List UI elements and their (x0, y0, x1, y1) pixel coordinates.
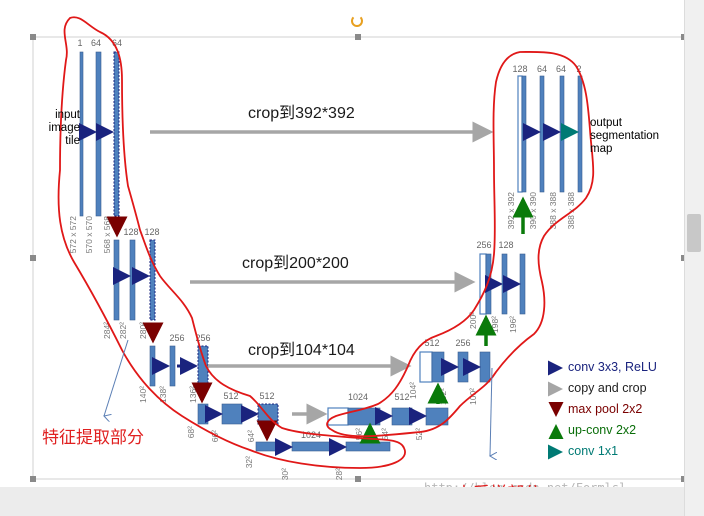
feature-map-l4_dec-1 (347, 407, 381, 426)
channel-count-l2_dec-1: 128 (498, 240, 513, 250)
channel-count-l1_enc-0: 1 (77, 38, 82, 48)
spatial-size-l2_enc-2: 280² (138, 322, 148, 339)
feature-map-l3_dec-3 (479, 351, 491, 383)
spatial-size-l1_dec-3: 388 x 388 (566, 192, 576, 230)
legend-item-3: up-conv 2x2 (548, 423, 684, 439)
spatial-size-l3_enc-1: 138² (158, 386, 168, 403)
feature-map-l4_dec-2 (391, 407, 413, 426)
legend: conv 3x3, ReLU copy and crop max pool 2x2 u… (548, 360, 684, 468)
spatial-size-l2_dec-2: 196² (508, 316, 518, 333)
channel-count-l4_dec-0: 1024 (348, 392, 368, 402)
spatial-size-l1_enc-2: 568 x 568 (102, 216, 112, 254)
spatial-size-l4_enc-2: 64² (246, 430, 256, 442)
channel-count-l4_enc-0: 512 (223, 391, 238, 401)
legend-label-1: copy and crop (568, 381, 647, 395)
rotate-handle-icon[interactable] (351, 15, 363, 27)
vertical-scrollbar[interactable] (684, 0, 704, 516)
crop-label-level2: crop到200*200 (242, 255, 349, 272)
legend-label-0: conv 3x3, ReLU (568, 360, 657, 374)
encoder-pointer-line (104, 339, 129, 416)
spatial-size-l1_dec-1: 390 x 390 (528, 192, 538, 230)
spatial-size-l3_dec-0: 104² (408, 382, 418, 399)
feature-map-l2_dec-0 (479, 253, 487, 315)
channel-count-l3_enc-0: 256 (169, 333, 184, 343)
feature-map-l3_dec-2 (457, 351, 469, 383)
feature-map-l3_enc-0 (149, 345, 156, 387)
arrow-right-teal-icon (548, 444, 563, 460)
feature-map-l2_enc-0 (113, 239, 120, 321)
spatial-size-l4_enc-0: 68² (186, 426, 196, 438)
legend-label-3: up-conv 2x2 (568, 423, 637, 437)
feature-map-l4_enc-1 (221, 403, 243, 425)
feature-map-l5-2 (345, 441, 391, 452)
channel-count-l1_enc-1: 64 (91, 38, 101, 48)
spatial-size-l2_enc-0: 284² (102, 322, 112, 339)
spatial-size-l1_enc-1: 570 x 570 (84, 216, 94, 254)
feature-map-l4_enc-0 (197, 403, 209, 425)
channel-count-l2_dec-0: 256 (476, 240, 491, 250)
legend-label-4: conv 1x1 (568, 444, 619, 458)
feature-map-l5-0 (255, 441, 277, 452)
feature-map-l1_enc-0 (79, 51, 84, 217)
unet-diagram: 1 64 64 572 x 572 570 x 570 568 x 568 128 128 28… (0, 0, 704, 516)
spatial-size-l5-1: 30² (280, 468, 290, 480)
spatial-size-l2_enc-1: 282² (118, 322, 128, 339)
scrollbar-thumb[interactable] (687, 214, 701, 252)
legend-item-1: copy and crop (548, 381, 684, 397)
feature-map-l3_dec-1 (431, 351, 445, 383)
channel-count-l1_dec-1: 64 (537, 64, 547, 74)
feature-map-l1_dec-1 (521, 75, 527, 193)
arrow-up-green-icon (548, 424, 565, 439)
channel-count-l4_enc-1: 512 (259, 391, 274, 401)
spatial-size-l2_dec-1: 198² (490, 316, 500, 333)
spatial-size-l4_dec-2: 52² (414, 428, 424, 440)
legend-item-0: conv 3x3, ReLU (548, 360, 684, 376)
channel-count-l1_dec-0: 128 (512, 64, 527, 74)
channel-count-l2_enc-0: 128 (123, 227, 138, 237)
encoder-section-label: 特征提取部分 (42, 428, 144, 448)
feature-map-l1_enc-1 (95, 51, 102, 217)
feature-map-l3_dec-0 (419, 351, 433, 383)
arrow-down-darkred-icon (548, 402, 565, 417)
legend-item-4: conv 1x1 (548, 444, 684, 460)
spatial-size-l3_enc-2: 136² (188, 386, 198, 403)
feature-map-l2_dec-2 (501, 253, 508, 315)
resize-handle-1[interactable] (355, 34, 361, 40)
feature-map-l3_enc-1 (169, 345, 176, 387)
feature-map-l1_dec-2 (539, 75, 545, 193)
resize-handle-3[interactable] (30, 255, 36, 261)
spatial-size-l5-0: 32² (244, 456, 254, 468)
feature-map-l1_enc-2 (113, 51, 120, 217)
crop-label-level3: crop到104*104 (248, 342, 355, 359)
legend-label-2: max pool 2x2 (568, 402, 643, 416)
feature-map-l2_dec-3 (519, 253, 526, 315)
output-segmentation-map-label: output segmentation map (590, 117, 660, 155)
feature-map-l4_dec-0 (327, 407, 349, 426)
input-image-tile-label: input image tile (48, 109, 80, 147)
spatial-size-l1_dec-0: 392 x 392 (506, 192, 516, 230)
crop-label-level1: crop到392*392 (248, 105, 355, 122)
feature-map-l1_dec-0 (517, 75, 523, 193)
feature-map-l5-1 (291, 441, 333, 452)
spatial-size-l1_enc-0: 572 x 572 (68, 216, 78, 254)
legend-item-2: max pool 2x2 (548, 402, 684, 418)
channel-count-l3_dec-1: 256 (455, 338, 470, 348)
resize-handle-5[interactable] (30, 476, 36, 482)
channel-count-l1_dec-2: 64 (556, 64, 566, 74)
resize-handle-0[interactable] (30, 34, 36, 40)
feature-map-l1_dec-4 (577, 75, 583, 193)
arrow-right-gray-icon (548, 381, 563, 397)
feature-map-l1_dec-3 (559, 75, 565, 193)
feature-map-l2_enc-1 (129, 239, 136, 321)
arrow-right-navy-icon (548, 360, 563, 376)
resize-handle-6[interactable] (355, 476, 361, 482)
spatial-size-l5-2: 28² (334, 468, 344, 480)
channel-count-l2_enc-1: 128 (144, 227, 159, 237)
spatial-size-l3_enc-0: 140² (138, 386, 148, 403)
bottom-toolbar-strip (0, 487, 684, 516)
feature-map-l2_enc-2 (149, 239, 156, 321)
